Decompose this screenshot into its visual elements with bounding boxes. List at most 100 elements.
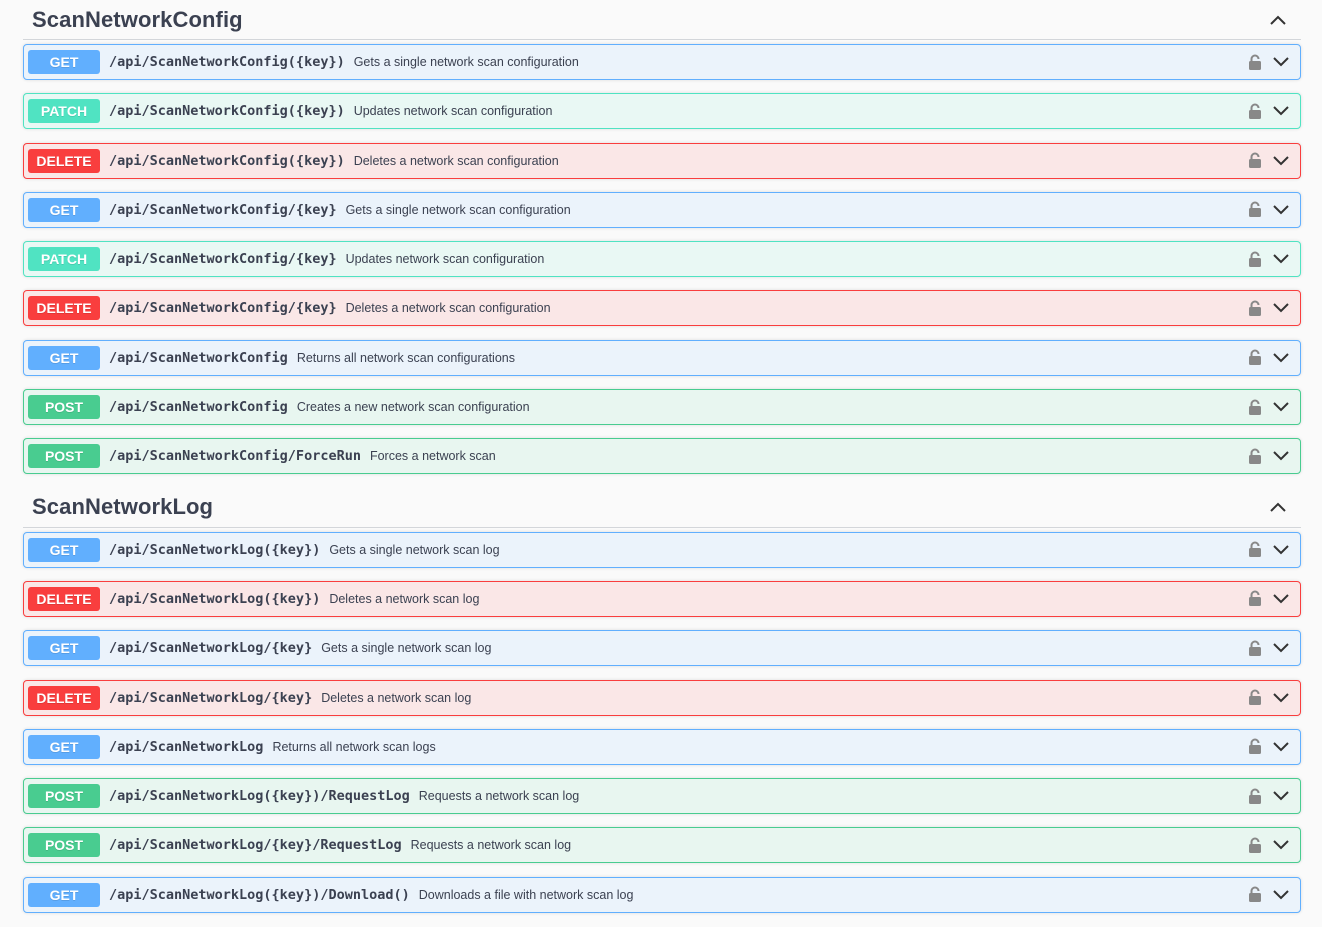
tag-title[interactable]: ScanNetworkConfig: [23, 7, 243, 33]
operation-row[interactable]: DELETE/api/ScanNetworkConfig({key}) Delet…: [23, 142, 1301, 179]
operation-row[interactable]: DELETE/api/ScanNetworkLog({key}) Deletes …: [23, 580, 1301, 617]
operation-row[interactable]: GET/api/ScanNetworkLog/{key} Gets a singl…: [23, 630, 1301, 667]
chevron-down-icon[interactable]: [1271, 200, 1291, 220]
method-badge: GET: [28, 537, 100, 562]
lock-icon[interactable]: [1247, 152, 1263, 170]
operation-path: /api/ScanNetworkConfig({key}): [109, 103, 345, 120]
operation-row[interactable]: GET/api/ScanNetworkConfig({key}) Gets a s…: [23, 44, 1301, 80]
lock-icon[interactable]: [1247, 639, 1263, 657]
method-badge: GET: [28, 636, 100, 661]
chevron-down-icon[interactable]: [1271, 101, 1291, 121]
operation-summary: Gets a single network scan log: [321, 641, 492, 656]
operation-summary: Returns all network scan configurations: [296, 350, 515, 365]
method-badge: GET: [28, 197, 100, 222]
lock-icon[interactable]: [1247, 398, 1263, 416]
operation-path: /api/ScanNetworkConfig: [109, 349, 288, 366]
lock-icon[interactable]: [1247, 738, 1263, 756]
operation-summary: Deletes a network scan log: [321, 690, 472, 705]
lock-icon[interactable]: [1247, 689, 1263, 707]
operations-list: GET/api/ScanNetworkConfig({key}) Gets a s…: [23, 44, 1301, 475]
chevron-down-icon[interactable]: [1271, 786, 1291, 806]
tag-header[interactable]: ScanNetworkConfig: [23, 0, 1301, 40]
operation-row[interactable]: POST/api/ScanNetworkLog/{key}/RequestLog…: [23, 827, 1301, 864]
chevron-down-icon[interactable]: [1271, 737, 1291, 757]
chevron-down-icon[interactable]: [1271, 885, 1291, 905]
method-badge: POST: [28, 784, 100, 809]
method-badge: GET: [28, 882, 100, 907]
operation-summary: Requests a network scan log: [418, 789, 580, 804]
tag-title[interactable]: ScanNetworkLog: [23, 494, 213, 520]
chevron-down-icon[interactable]: [1271, 446, 1291, 466]
operation-row[interactable]: DELETE/api/ScanNetworkLog/{key} Deletes a…: [23, 679, 1301, 716]
lock-icon[interactable]: [1247, 836, 1263, 854]
operation-summary: Forces a network scan: [369, 449, 496, 464]
lock-icon[interactable]: [1247, 299, 1263, 317]
operation-path: /api/ScanNetworkConfig: [109, 399, 288, 416]
chevron-down-icon[interactable]: [1271, 52, 1291, 72]
chevron-down-icon[interactable]: [1271, 540, 1291, 560]
operation-summary: Updates network scan configuration: [345, 252, 545, 267]
operation-row[interactable]: PATCH/api/ScanNetworkConfig({key}) Update…: [23, 93, 1301, 130]
method-badge: GET: [28, 345, 100, 370]
chevron-down-icon[interactable]: [1271, 638, 1291, 658]
method-badge: POST: [28, 395, 100, 420]
chevron-down-icon[interactable]: [1271, 348, 1291, 368]
lock-icon[interactable]: [1247, 787, 1263, 805]
lock-icon[interactable]: [1247, 590, 1263, 608]
operation-path: /api/ScanNetworkLog({key})/RequestLog: [109, 788, 410, 805]
method-badge: DELETE: [28, 296, 100, 321]
lock-icon[interactable]: [1247, 447, 1263, 465]
method-badge: PATCH: [28, 247, 100, 272]
operation-summary: Creates a new network scan configuration: [296, 400, 530, 415]
chevron-down-icon[interactable]: [1271, 589, 1291, 609]
operation-summary: Gets a single network scan log: [329, 542, 500, 557]
method-badge: PATCH: [28, 99, 100, 124]
operation-path: /api/ScanNetworkLog({key})/Download(): [109, 886, 410, 903]
chevron-down-icon[interactable]: [1271, 397, 1291, 417]
operation-row[interactable]: POST/api/ScanNetworkConfig/ForceRun Force…: [23, 438, 1301, 475]
lock-icon[interactable]: [1247, 201, 1263, 219]
tag-section-scannetworkconfig: ScanNetworkConfig GET/api/ScanNetworkConf…: [0, 0, 1322, 475]
lock-icon[interactable]: [1247, 349, 1263, 367]
tag-header[interactable]: ScanNetworkLog: [23, 488, 1301, 528]
chevron-down-icon[interactable]: [1271, 298, 1291, 318]
method-badge: DELETE: [28, 148, 100, 173]
operation-path: /api/ScanNetworkConfig/{key}: [109, 201, 337, 218]
operation-row[interactable]: GET/api/ScanNetworkLog Returns all networ…: [23, 728, 1301, 765]
operation-row[interactable]: POST/api/ScanNetworkLog({key})/RequestLo…: [23, 778, 1301, 815]
lock-icon[interactable]: [1247, 541, 1263, 559]
operation-row[interactable]: GET/api/ScanNetworkConfig/{key} Gets a si…: [23, 191, 1301, 228]
chevron-up-icon[interactable]: [1264, 493, 1292, 521]
method-badge: GET: [28, 734, 100, 759]
operation-row[interactable]: POST/api/ScanNetworkConfig Creates a new …: [23, 389, 1301, 426]
operation-path: /api/ScanNetworkLog: [109, 738, 264, 755]
lock-icon[interactable]: [1247, 53, 1263, 71]
operation-row[interactable]: PATCH/api/ScanNetworkConfig/{key} Updates…: [23, 241, 1301, 278]
operation-path: /api/ScanNetworkLog/{key}: [109, 689, 313, 706]
tag-section-scannetworklog: ScanNetworkLog GET/api/ScanNetworkLog({ke…: [0, 488, 1322, 913]
chevron-down-icon[interactable]: [1271, 688, 1291, 708]
operation-row[interactable]: DELETE/api/ScanNetworkConfig/{key} Delete…: [23, 290, 1301, 327]
lock-icon[interactable]: [1247, 102, 1263, 120]
operation-summary: Returns all network scan logs: [272, 739, 436, 754]
operation-row[interactable]: GET/api/ScanNetworkConfig Returns all net…: [23, 339, 1301, 376]
operation-summary: Deletes a network scan configuration: [353, 153, 559, 168]
chevron-up-icon[interactable]: [1264, 6, 1292, 34]
chevron-down-icon[interactable]: [1271, 249, 1291, 269]
chevron-down-icon[interactable]: [1271, 151, 1291, 171]
operation-summary: Deletes a network scan log: [329, 591, 480, 606]
lock-icon[interactable]: [1247, 250, 1263, 268]
method-badge: GET: [28, 50, 100, 74]
operation-path: /api/ScanNetworkConfig/{key}: [109, 251, 337, 268]
chevron-down-icon[interactable]: [1271, 835, 1291, 855]
operations-list: GET/api/ScanNetworkLog({key}) Gets a sing…: [23, 531, 1301, 913]
operation-summary: Gets a single network scan configuration: [345, 202, 571, 217]
lock-icon[interactable]: [1247, 886, 1263, 904]
operation-path: /api/ScanNetworkConfig({key}): [109, 152, 345, 169]
operation-row[interactable]: GET/api/ScanNetworkLog({key})/Download()…: [23, 876, 1301, 913]
operation-path: /api/ScanNetworkLog/{key}: [109, 640, 313, 657]
swagger-operations: ScanNetworkConfig GET/api/ScanNetworkConf…: [0, 0, 1322, 913]
operation-row[interactable]: GET/api/ScanNetworkLog({key}) Gets a sing…: [23, 531, 1301, 568]
operation-path: /api/ScanNetworkLog({key}): [109, 541, 321, 558]
method-badge: DELETE: [28, 586, 100, 611]
